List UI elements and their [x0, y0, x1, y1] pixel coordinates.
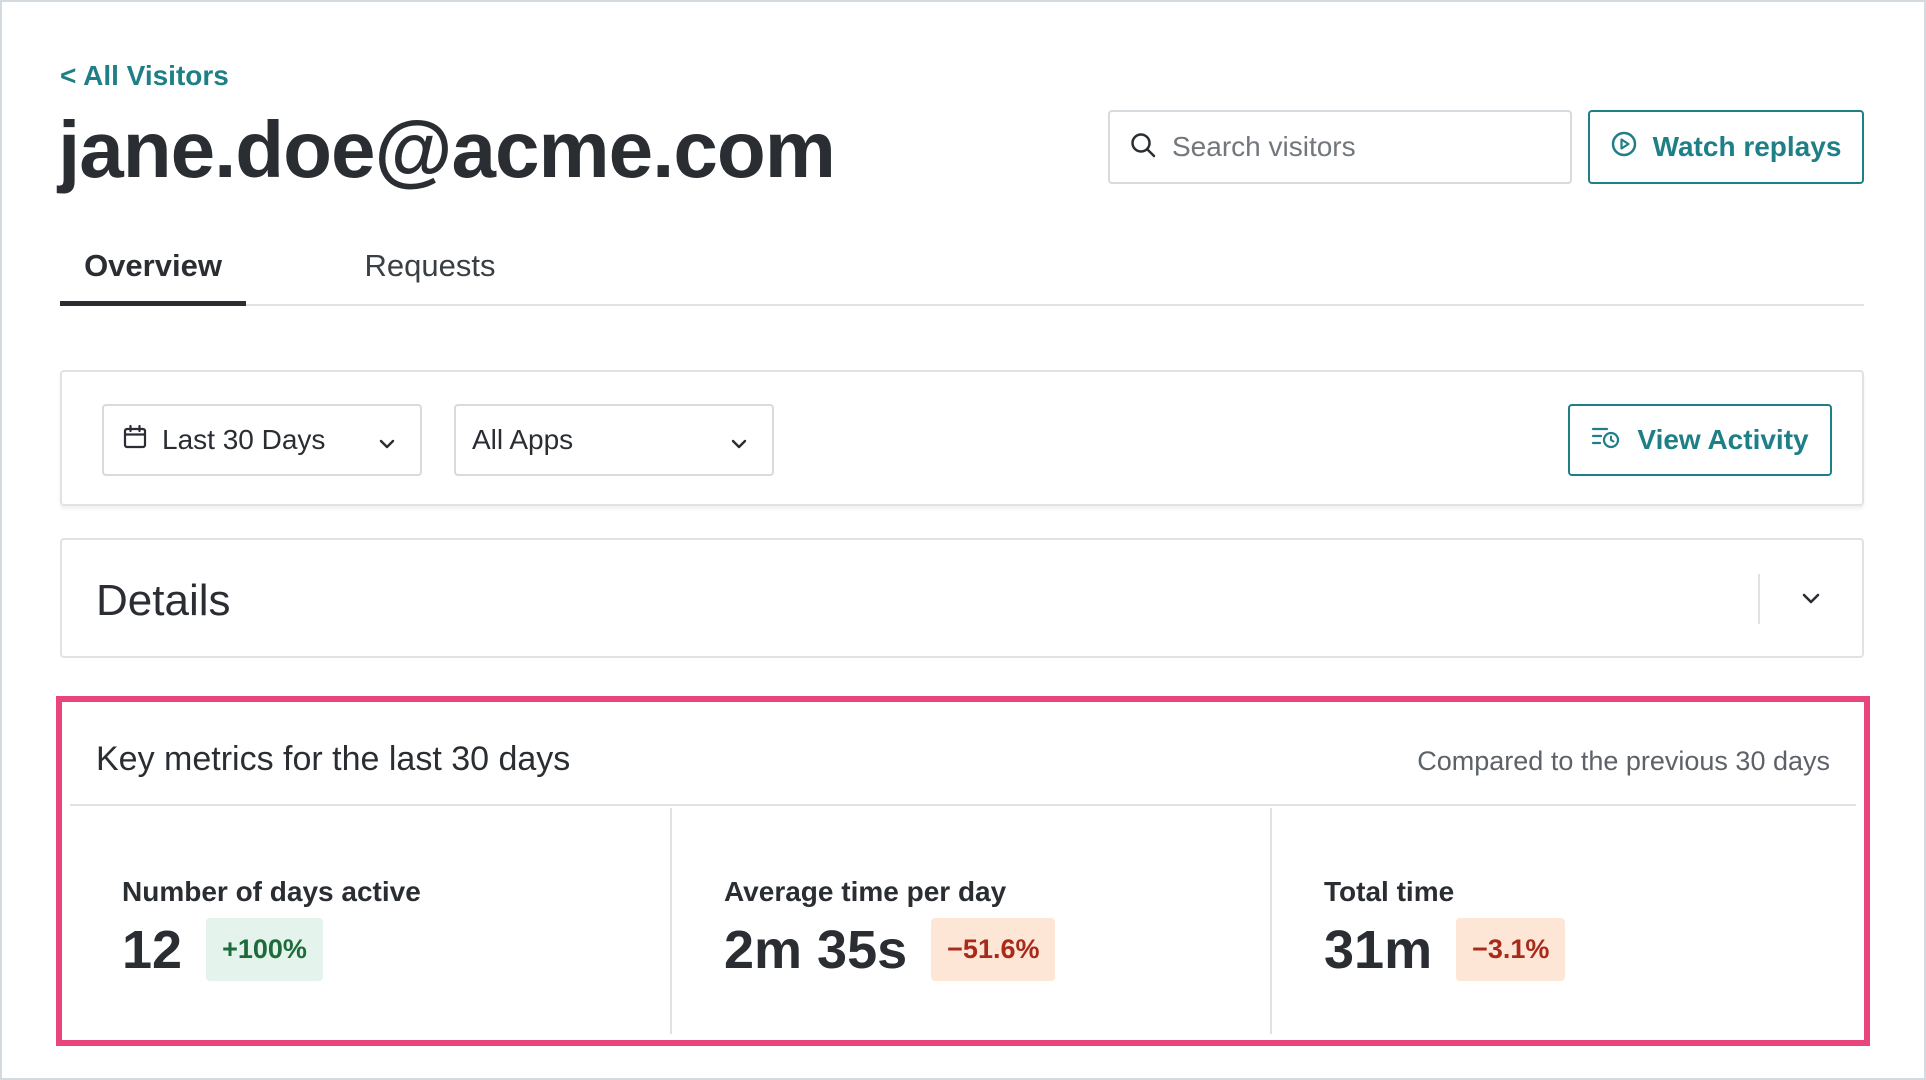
- details-title: Details: [96, 576, 231, 625]
- play-circle-icon: [1611, 131, 1637, 164]
- watch-replays-label: Watch replays: [1652, 131, 1842, 162]
- calendar-icon: [122, 424, 148, 457]
- view-activity-button[interactable]: View Activity: [1568, 404, 1832, 476]
- comparison-note: Compared to the previous 30 days: [1417, 746, 1830, 776]
- metric-label: Average time per day: [724, 876, 1007, 907]
- metric-total-time: Total time 31m −3.1%: [1270, 808, 1868, 1034]
- tab-overview[interactable]: Overview: [60, 240, 246, 306]
- search-visitors-field[interactable]: [1108, 110, 1572, 184]
- chevron-down-icon: [1798, 593, 1824, 616]
- date-range-value: Last 30 Days: [162, 424, 326, 455]
- metric-value: 31m: [1324, 919, 1433, 980]
- metric-average-time: Average time per day 2m 35s −51.6%: [670, 808, 1268, 1034]
- chevron-down-icon: [728, 430, 750, 462]
- key-metrics-header: Key metrics for the last 30 days Compare…: [70, 708, 1856, 806]
- metric-days-active: Number of days active 12 +100%: [70, 808, 668, 1034]
- apps-select[interactable]: All Apps: [454, 404, 774, 476]
- key-metrics-title: Key metrics for the last 30 days: [96, 740, 571, 778]
- metric-label: Total time: [1324, 876, 1455, 907]
- metric-value: 12: [122, 919, 183, 980]
- details-expand-toggle[interactable]: [1798, 586, 1824, 617]
- tab-bar: Overview Requests: [60, 240, 1864, 306]
- metric-label: Number of days active: [122, 876, 421, 907]
- change-badge: −51.6%: [931, 918, 1056, 981]
- change-badge: −3.1%: [1456, 918, 1566, 981]
- key-metrics-card: Key metrics for the last 30 days Compare…: [70, 708, 1856, 1034]
- key-metrics-highlight: Key metrics for the last 30 days Compare…: [56, 696, 1870, 1046]
- date-range-select[interactable]: Last 30 Days: [102, 404, 422, 476]
- search-icon: [1130, 132, 1156, 163]
- tab-requests[interactable]: Requests: [330, 240, 530, 306]
- change-badge: +100%: [206, 918, 323, 981]
- details-divider: [1758, 574, 1760, 624]
- activity-history-icon: [1591, 424, 1621, 457]
- view-activity-label: View Activity: [1637, 424, 1809, 455]
- details-panel: Details: [60, 538, 1864, 658]
- metric-value: 2m 35s: [724, 919, 908, 980]
- apps-value: All Apps: [472, 424, 574, 455]
- search-input[interactable]: [1172, 131, 1552, 163]
- watch-replays-button[interactable]: Watch replays: [1588, 110, 1864, 184]
- page-title: jane.doe@acme.com: [58, 105, 836, 194]
- filter-bar: Last 30 Days All Apps View Activity: [60, 370, 1864, 506]
- chevron-down-icon: [376, 430, 398, 462]
- back-to-all-visitors-link[interactable]: < All Visitors: [60, 60, 229, 92]
